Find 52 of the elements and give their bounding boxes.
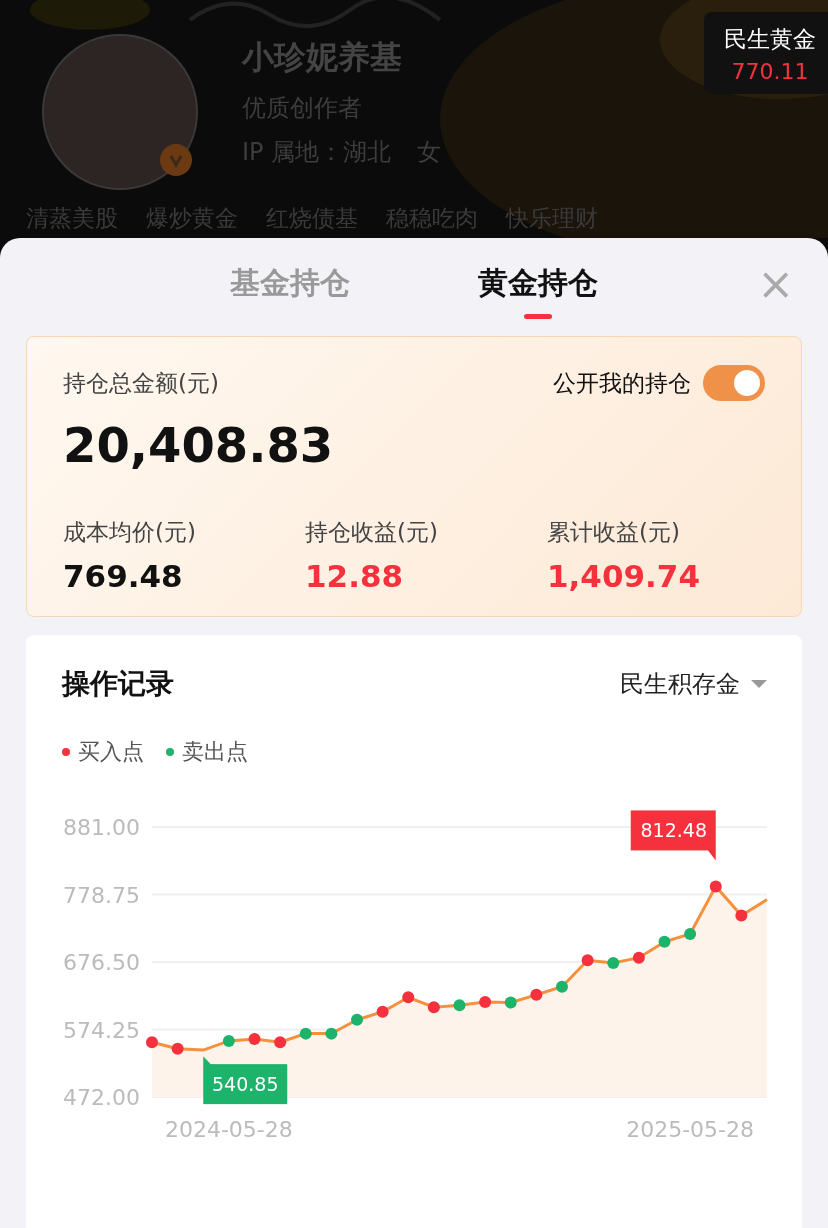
trade-point: [453, 999, 466, 1012]
trade-point: [325, 1027, 338, 1040]
toggle-switch[interactable]: [703, 365, 765, 401]
total-label: 持仓总金额(元): [63, 368, 219, 398]
trade-point: [581, 954, 594, 967]
trade-point: [479, 995, 492, 1008]
total-amount: 20,408.83: [63, 417, 335, 473]
trade-point: [146, 1036, 158, 1049]
x-axis-label: 2025-05-28: [626, 1117, 755, 1142]
y-axis-label: 472.00: [63, 1085, 140, 1110]
annotation: 540.85: [212, 1073, 279, 1096]
trade-point: [735, 909, 748, 922]
trade-point: [556, 980, 568, 993]
y-axis-label: 778.75: [63, 882, 140, 908]
trade-point: [684, 927, 697, 940]
stat-label: 持仓收益(元): [305, 518, 439, 547]
annotation: 812.48: [640, 819, 707, 842]
public-label: 公开我的持仓: [553, 368, 691, 398]
price-callout: 812.48: [630, 810, 716, 861]
tab[interactable]: 黄金持仓: [474, 255, 602, 319]
trade-point: [658, 935, 671, 948]
caret-icon: [750, 679, 768, 689]
product-dropdown[interactable]: 民生积存金: [620, 668, 768, 700]
y-axis-label: 881.00: [63, 815, 140, 840]
trade-point: [504, 996, 517, 1009]
legend-label: 买入点: [78, 738, 144, 766]
trade-point: [299, 1027, 312, 1040]
trade-point: [274, 1036, 287, 1049]
trade-point: [376, 1005, 389, 1018]
records-title: 操作记录: [62, 666, 174, 702]
stat-value: 769.48: [63, 558, 184, 594]
y-axis-label: 574.25: [63, 1017, 140, 1043]
price-badge[interactable]: 民生黄金 770.11: [704, 12, 828, 94]
trade-point: [709, 880, 722, 893]
stat-label: 成本均价(元): [63, 518, 197, 547]
trade-point: [402, 991, 415, 1004]
price-callout: 540.85: [203, 1056, 288, 1105]
y-axis-label: 676.50: [63, 950, 140, 975]
trade-point: [607, 957, 620, 969]
stat-value: 12.88: [305, 558, 405, 594]
trade-point: [530, 988, 543, 1001]
trade-point: [171, 1042, 184, 1055]
stat-value: 1,409.74: [547, 558, 701, 594]
trade-point: [248, 1032, 261, 1045]
user-name: 小珍妮养基: [242, 37, 403, 78]
stat-label: 累计收益(元): [547, 518, 681, 547]
trade-point: [351, 1013, 363, 1026]
legend-label: 卖出点: [182, 738, 248, 766]
trade-point: [222, 1034, 235, 1047]
trade-point: [427, 1001, 440, 1014]
x-axis-label: 2024-05-28: [164, 1117, 293, 1142]
trade-point: [632, 951, 645, 964]
